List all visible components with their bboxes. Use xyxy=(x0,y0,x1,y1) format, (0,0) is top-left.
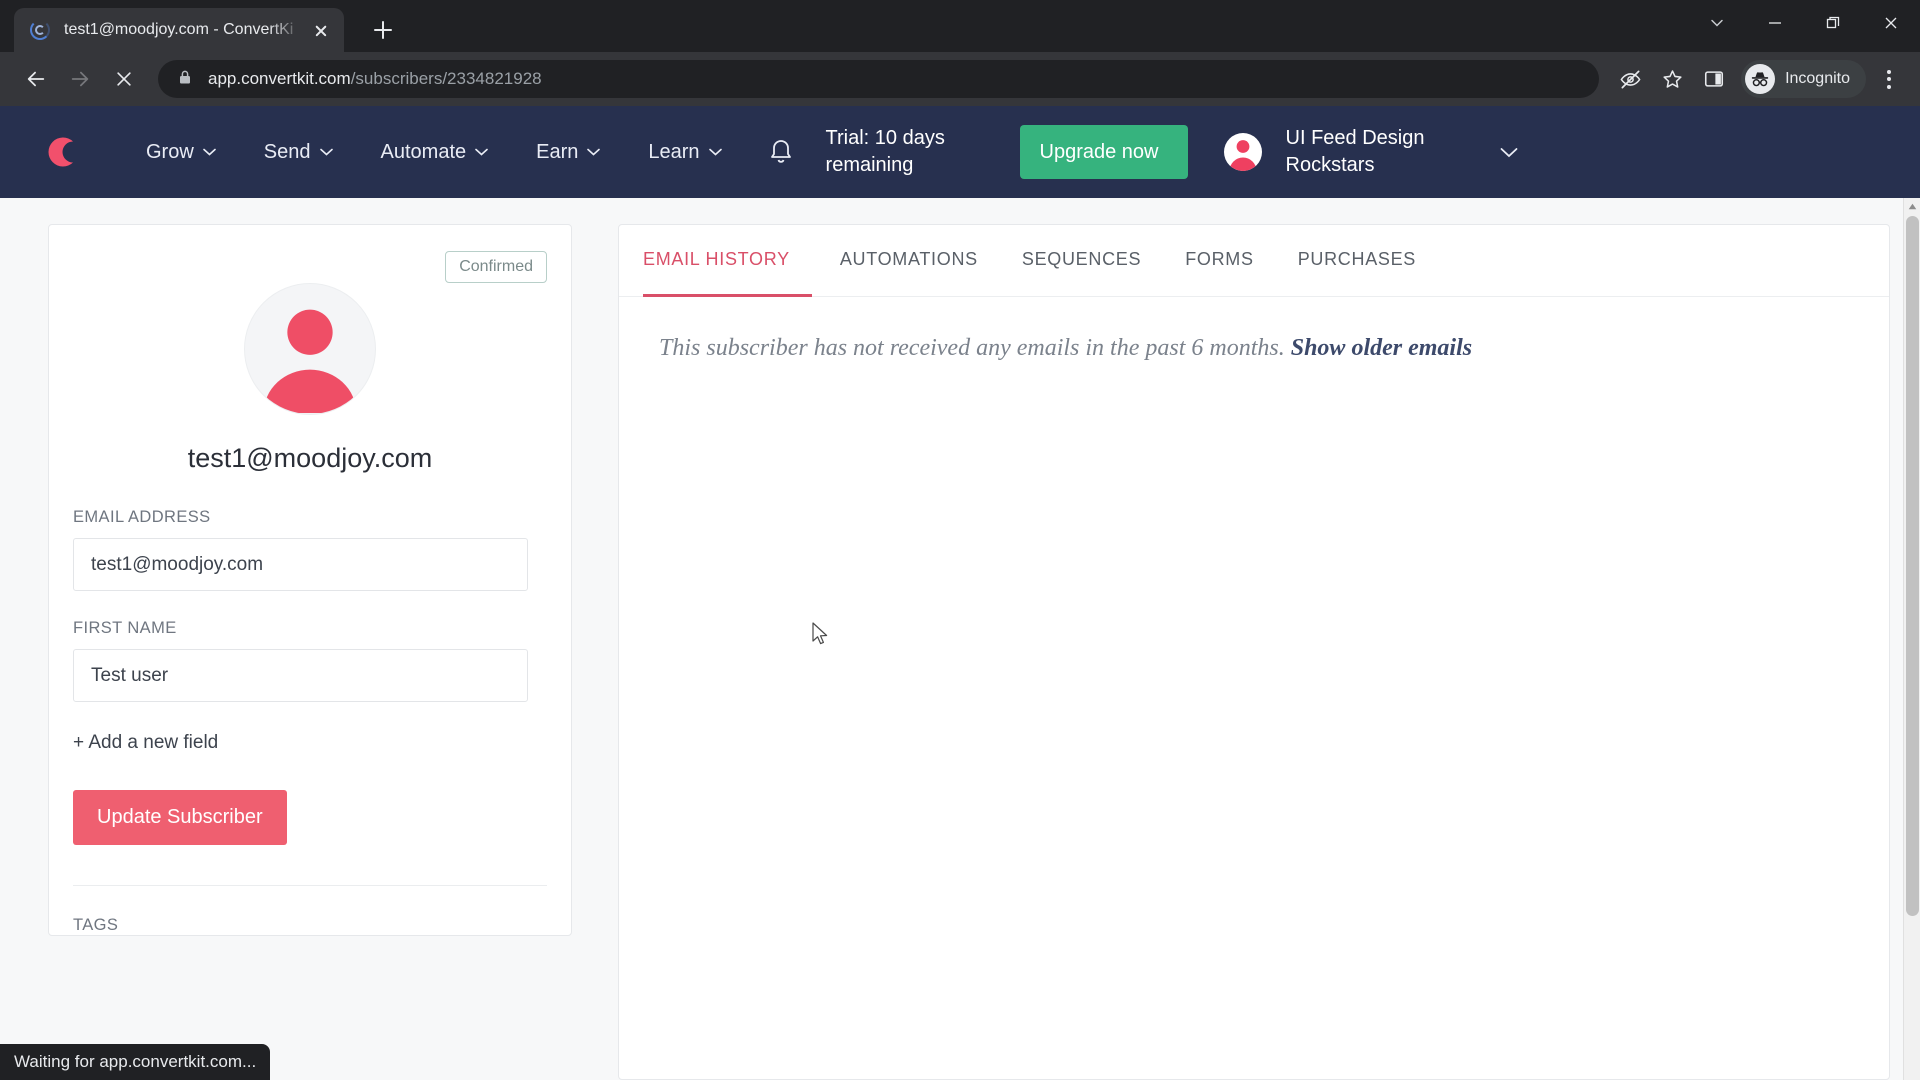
nav-item-automate[interactable]: Automate xyxy=(381,141,489,164)
nav-item-grow[interactable]: Grow xyxy=(146,141,216,164)
first-name-input[interactable] xyxy=(73,649,528,702)
eye-slash-icon[interactable] xyxy=(1609,58,1651,100)
scrollbar-thumb[interactable] xyxy=(1906,216,1919,916)
close-icon[interactable] xyxy=(308,17,334,43)
scrollbar-up-arrow-icon[interactable] xyxy=(1904,198,1920,215)
convertkit-logo-icon[interactable] xyxy=(40,130,84,174)
browser-tab[interactable]: test1@moodjoy.com - ConvertKi xyxy=(14,8,344,52)
browser-status-text: Waiting for app.convertkit.com... xyxy=(0,1044,271,1080)
update-subscriber-button[interactable]: Update Subscriber xyxy=(73,790,287,845)
incognito-label: Incognito xyxy=(1785,70,1850,87)
tab-forms[interactable]: FORMS xyxy=(1163,225,1276,297)
loading-spinner-icon xyxy=(30,20,50,40)
nav-item-label: Grow xyxy=(146,140,194,163)
minimize-icon[interactable] xyxy=(1746,0,1804,46)
forward-arrow-icon xyxy=(58,57,102,101)
subscriber-header: Confirmed test1@moodjoy.com xyxy=(49,225,571,508)
incognito-hat-icon xyxy=(1745,64,1776,94)
tab-strip: test1@moodjoy.com - ConvertKi xyxy=(0,0,1920,52)
close-icon[interactable] xyxy=(1862,0,1920,46)
chevron-down-icon xyxy=(202,148,216,156)
page-scrollbar[interactable] xyxy=(1903,198,1920,1080)
restore-icon[interactable] xyxy=(1804,0,1862,46)
user-avatar-icon[interactable] xyxy=(1223,133,1262,171)
subscriber-activity-card: EMAIL HISTORY AUTOMATIONS SEQUENCES FORM… xyxy=(618,224,1890,1080)
tab-email-history[interactable]: EMAIL HISTORY xyxy=(643,225,812,297)
chevron-down-icon xyxy=(319,148,333,156)
tab-purchases[interactable]: PURCHASES xyxy=(1276,225,1438,297)
browser-toolbar: app.convertkit.com/subscribers/233482192… xyxy=(0,52,1920,106)
window-controls xyxy=(1688,0,1920,46)
incognito-indicator[interactable]: Incognito xyxy=(1741,60,1866,98)
activity-tabs: EMAIL HISTORY AUTOMATIONS SEQUENCES FORM… xyxy=(619,225,1889,297)
first-name-label: FIRST NAME xyxy=(73,619,177,637)
page-content: Confirmed test1@moodjoy.com EMAIL ADDRES… xyxy=(0,198,1920,1080)
nav-item-label: Send xyxy=(263,140,311,163)
show-older-emails-link[interactable]: Show older emails xyxy=(1291,335,1472,361)
email-address-label: EMAIL ADDRESS xyxy=(73,508,211,526)
browser-window: test1@moodjoy.com - ConvertKi app.conver… xyxy=(0,0,1920,1080)
tags-section-label: TAGS xyxy=(73,916,119,934)
page-viewport: Grow Send Automate Earn Learn Trial: 10 … xyxy=(0,106,1920,1080)
address-bar[interactable]: app.convertkit.com/subscribers/233482192… xyxy=(158,60,1600,98)
trial-status: Trial: 10 days remaining xyxy=(825,127,945,176)
nav-item-label: Earn xyxy=(536,140,579,163)
tab-sequences[interactable]: SEQUENCES xyxy=(1000,225,1163,297)
side-panel-icon[interactable] xyxy=(1693,58,1735,100)
add-new-field-link[interactable]: + Add a new field xyxy=(73,732,218,754)
status-badge: Confirmed xyxy=(445,251,547,283)
subscriber-details-card: Confirmed test1@moodjoy.com EMAIL ADDRES… xyxy=(48,224,572,936)
stop-loading-icon[interactable] xyxy=(102,57,146,101)
nav-menu: Grow Send Automate Earn Learn xyxy=(146,141,722,164)
upgrade-now-button[interactable]: Upgrade now xyxy=(1019,125,1188,179)
back-arrow-icon[interactable] xyxy=(14,57,58,101)
chevron-down-icon xyxy=(587,148,601,156)
url-host: app.convertkit.com xyxy=(208,69,351,88)
email-history-empty-state: This subscriber has not received any ema… xyxy=(619,297,1889,362)
subscriber-form: EMAIL ADDRESS FIRST NAME + Add a new fie… xyxy=(49,508,571,886)
tab-title: test1@moodjoy.com - ConvertKi xyxy=(64,21,294,38)
email-address-input[interactable] xyxy=(73,538,528,591)
nav-item-label: Automate xyxy=(380,140,467,163)
url-text: app.convertkit.com/subscribers/233482192… xyxy=(208,69,542,89)
account-chevron-down-icon[interactable] xyxy=(1500,147,1518,158)
empty-state-message: This subscriber has not received any ema… xyxy=(659,335,1285,361)
three-dot-menu-icon[interactable] xyxy=(1868,58,1910,100)
lock-icon xyxy=(178,69,196,90)
chevron-down-icon xyxy=(708,148,722,156)
chevron-down-icon xyxy=(475,148,488,156)
nav-item-label: Learn xyxy=(648,140,700,163)
url-path: /subscribers/2334821928 xyxy=(350,69,542,88)
star-icon[interactable] xyxy=(1651,58,1693,100)
bell-icon[interactable] xyxy=(768,137,794,167)
nav-item-learn[interactable]: Learn xyxy=(648,140,722,164)
tab-automations[interactable]: AUTOMATIONS xyxy=(818,225,1000,297)
new-tab-button[interactable] xyxy=(366,13,400,47)
nav-item-earn[interactable]: Earn xyxy=(536,140,601,164)
subscriber-email-heading: test1@moodjoy.com xyxy=(187,443,433,473)
nav-item-send[interactable]: Send xyxy=(264,141,333,164)
account-name[interactable]: UI Feed Design Rockstars xyxy=(1286,125,1446,179)
tab-search-chevron-down-icon[interactable] xyxy=(1688,0,1746,46)
subscriber-avatar-icon xyxy=(244,283,376,415)
app-top-nav: Grow Send Automate Earn Learn Trial: 10 … xyxy=(0,106,1920,198)
